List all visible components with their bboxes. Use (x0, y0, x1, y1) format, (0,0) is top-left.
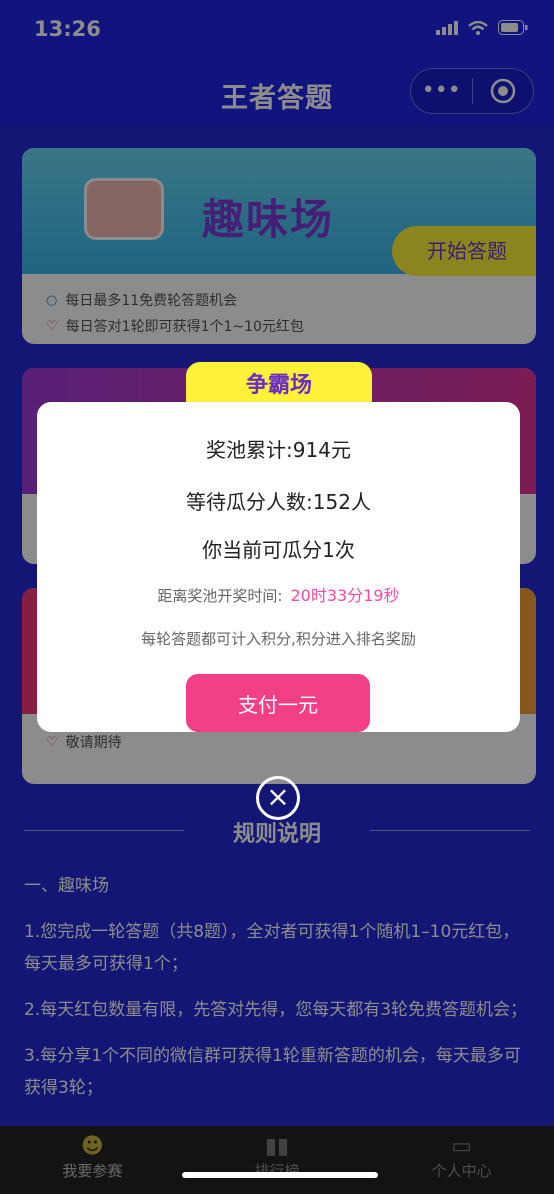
countdown-value: 20时33分19秒 (290, 586, 400, 605)
countdown-row: 距离奖池开奖时间: 20时33分19秒 (37, 582, 520, 606)
home-indicator (182, 1172, 378, 1178)
countdown-label: 距离奖池开奖时间: (157, 587, 283, 605)
close-icon[interactable]: × (256, 776, 300, 820)
waiting-count: 等待瓜分人数:152人 (186, 490, 371, 514)
prize-pool-dialog: 奖池累计:914元 等待瓜分人数:152人 你当前可瓜分1次 距离奖池开奖时间:… (37, 402, 520, 732)
pool-total: 奖池累计:914元 (206, 438, 351, 462)
pay-button[interactable]: 支付一元 (186, 674, 370, 732)
my-chances: 你当前可瓜分1次 (202, 538, 355, 562)
points-note: 每轮答题都可计入积分,积分进入排名奖励 (141, 630, 416, 648)
